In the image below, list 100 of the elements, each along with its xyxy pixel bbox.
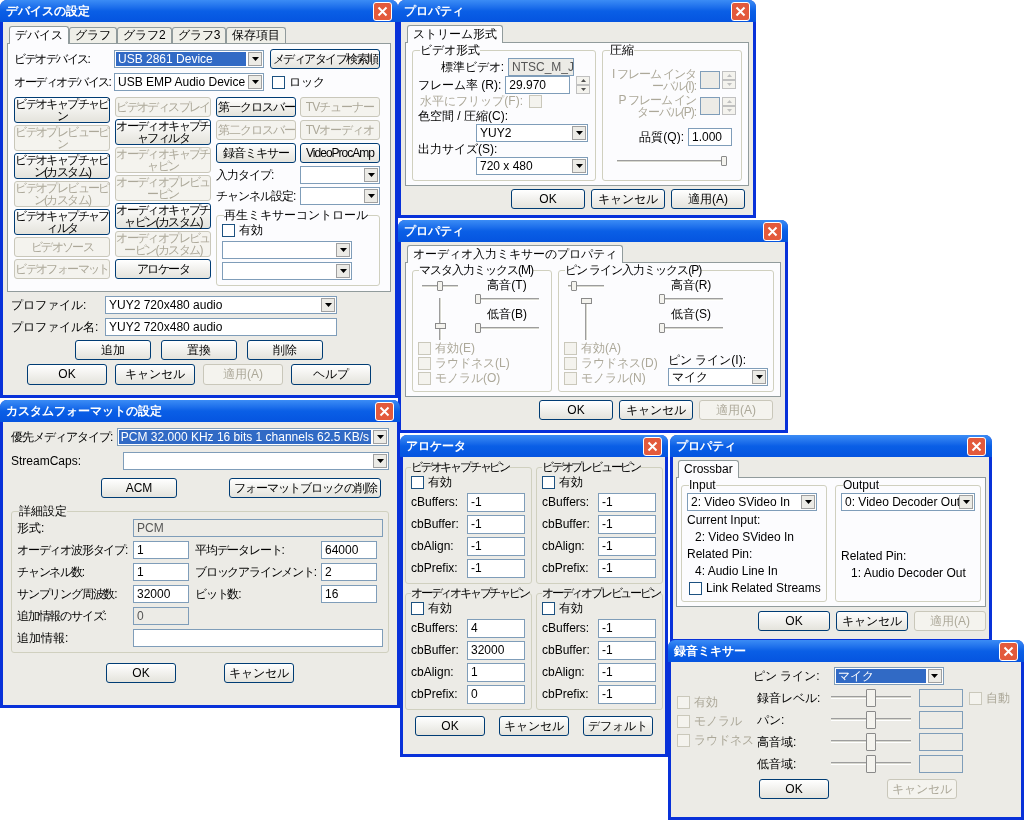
button[interactable]: ヘルプ [291, 364, 371, 385]
slider-thumb[interactable] [866, 689, 876, 707]
slider-track[interactable] [422, 281, 458, 291]
text-field[interactable]: 0 [133, 607, 189, 625]
button[interactable]: キャンセル [591, 189, 665, 209]
slider-track[interactable] [568, 281, 604, 291]
button[interactable]: フォーマットブロックの削除 [229, 478, 381, 498]
checkbox[interactable] [411, 602, 424, 615]
spin-button[interactable] [576, 76, 590, 94]
text-field[interactable]: YUY2 720x480 audio [105, 318, 337, 336]
slider-thumb[interactable] [475, 323, 481, 333]
text-field[interactable]: 29.970 [505, 76, 570, 94]
checkbox[interactable] [411, 476, 424, 489]
checkbox-label[interactable]: 有効 [428, 601, 452, 616]
dropdown[interactable]: 2: Video SVideo In [687, 493, 817, 511]
slider-track[interactable] [434, 298, 446, 340]
text-field[interactable]: -1 [598, 559, 656, 578]
button[interactable]: OK [758, 611, 830, 631]
close-button[interactable] [731, 1, 750, 21]
tab[interactable]: Crossbar [678, 460, 739, 478]
slider-thumb[interactable] [475, 294, 481, 304]
slider-thumb[interactable] [721, 156, 727, 166]
button[interactable]: オーディオキャプチャフィルタ [115, 119, 211, 145]
text-field[interactable]: NTSC_M_J [508, 58, 574, 76]
button[interactable]: キャンセル [619, 400, 693, 420]
dropdown[interactable]: PCM 32.000 KHz 16 bits 1 channels 62.5 KB/s [116, 428, 389, 446]
close-button[interactable] [643, 436, 662, 456]
button[interactable]: メディアタイプ検索順 [270, 49, 380, 69]
slider-thumb[interactable] [580, 298, 592, 304]
dropdown[interactable] [222, 262, 352, 280]
text-field[interactable] [919, 733, 963, 751]
checkbox-label[interactable]: ロック [289, 74, 325, 90]
button[interactable]: ビデオキャプチャピン [14, 97, 110, 123]
text-field[interactable]: -1 [598, 685, 656, 704]
tab[interactable]: グラフ2 [117, 27, 172, 43]
close-button[interactable] [999, 641, 1018, 661]
button[interactable]: OK [27, 364, 107, 385]
text-field[interactable]: -1 [598, 537, 656, 556]
close-button[interactable] [375, 401, 394, 421]
text-field[interactable]: -1 [598, 493, 656, 512]
slider-track[interactable] [831, 689, 911, 707]
dropdown[interactable]: マイク [668, 368, 768, 386]
button[interactable]: ACM [101, 478, 177, 498]
button[interactable]: ビデオキャプチャピン(カスタム) [14, 153, 110, 179]
dropdown[interactable]: YUY2 720x480 audio [105, 296, 337, 314]
button[interactable]: OK [511, 189, 585, 209]
button[interactable]: OK [539, 400, 613, 420]
slider-track[interactable] [659, 323, 723, 333]
button[interactable]: VideoProcAmp [300, 143, 380, 163]
close-button[interactable] [373, 1, 392, 21]
dropdown[interactable] [300, 166, 380, 184]
text-field[interactable] [919, 755, 963, 773]
slider-track[interactable] [831, 733, 911, 751]
slider-thumb[interactable] [866, 733, 876, 751]
button[interactable]: キャンセル [499, 716, 569, 736]
text-field[interactable]: 0 [467, 685, 525, 704]
tab[interactable]: デバイス [9, 26, 69, 44]
slider-thumb[interactable] [659, 294, 665, 304]
text-field[interactable] [133, 629, 383, 647]
dropdown[interactable]: 720 x 480 [476, 157, 588, 175]
text-field[interactable]: 4 [467, 619, 525, 638]
dropdown[interactable]: 0: Video Decoder Out [841, 493, 975, 511]
button[interactable]: オーディオキャプチャピン(カスタム) [115, 203, 211, 229]
button[interactable]: OK [106, 663, 176, 683]
text-field[interactable]: 2 [321, 563, 377, 581]
button[interactable]: キャンセル [224, 663, 294, 683]
checkbox[interactable] [272, 75, 285, 89]
button[interactable]: OK [415, 716, 485, 736]
checkbox[interactable] [689, 582, 702, 595]
slider-thumb[interactable] [434, 323, 446, 330]
close-button[interactable] [967, 436, 986, 456]
text-field[interactable]: 64000 [321, 541, 377, 559]
tab[interactable]: 保存項目 [226, 27, 287, 43]
slider-thumb[interactable] [659, 323, 665, 333]
button[interactable]: 置換 [161, 340, 237, 360]
tab[interactable]: グラフ3 [171, 27, 227, 43]
text-field[interactable]: -1 [467, 493, 525, 512]
slider-track[interactable] [831, 755, 911, 773]
checkbox-label[interactable]: 有効 [428, 475, 452, 490]
checkbox-label[interactable]: 有効 [559, 475, 583, 490]
text-field[interactable]: 1 [133, 541, 189, 559]
slider-thumb[interactable] [437, 281, 443, 291]
slider-track[interactable] [617, 156, 727, 166]
text-field[interactable]: -1 [467, 537, 525, 556]
dropdown[interactable]: マイク [833, 667, 944, 685]
tab[interactable]: グラフ [69, 27, 117, 43]
checkbox-label[interactable]: 有効 [559, 601, 583, 616]
button[interactable]: 録音ミキサー [216, 143, 296, 163]
button[interactable]: ビデオキャプチャフィルタ [14, 209, 110, 235]
button[interactable]: 第一クロスバー [216, 97, 296, 117]
text-field[interactable]: -1 [598, 641, 656, 660]
tab[interactable]: オーディオ入力ミキサーのプロパティ [407, 245, 623, 263]
button[interactable]: キャンセル [836, 611, 908, 631]
text-field[interactable]: 32000 [133, 585, 189, 603]
dropdown[interactable]: YUY2 [476, 124, 588, 142]
tab[interactable]: ストリーム形式 [407, 25, 503, 43]
text-field[interactable]: 1.000 [688, 128, 732, 146]
text-field[interactable]: 1 [133, 563, 189, 581]
text-field[interactable]: 1 [467, 663, 525, 682]
slider-track[interactable] [580, 298, 592, 340]
